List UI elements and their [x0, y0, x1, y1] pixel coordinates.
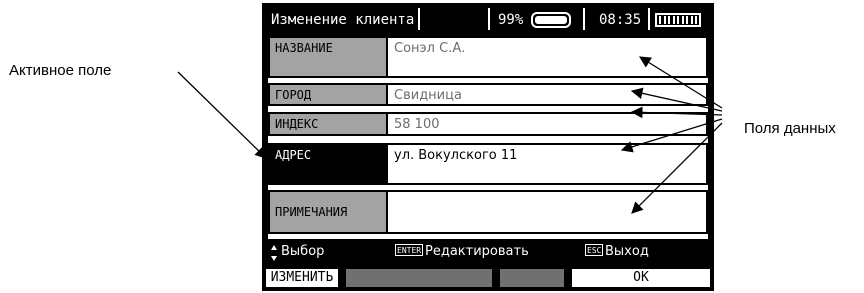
active-field-callout: Активное поле: [9, 62, 112, 79]
clock: 08:35: [599, 12, 642, 28]
field-name[interactable]: НАЗВАНИЕ Сонэл С.А.: [268, 36, 708, 78]
field-label: НАЗВАНИЕ: [270, 38, 388, 76]
battery-level-fill: [535, 16, 567, 24]
battery-icon: [531, 12, 571, 28]
data-fields-callout: Поля данных: [744, 120, 836, 137]
softkey-2-blank[interactable]: [344, 267, 494, 289]
select-hint: Выбор: [281, 244, 325, 259]
field-value: Сонэл С.А.: [394, 41, 466, 56]
status-divider: [418, 8, 420, 30]
device-screen: Изменение клиента 99% 08:35 НАЗВАНИЕ Сон…: [262, 3, 714, 291]
field-notes[interactable]: ПРИМЕЧАНИЯ: [268, 190, 708, 234]
field-label: ГОРОД: [270, 85, 388, 104]
field-label: АДРЕС: [270, 145, 388, 183]
field-city[interactable]: ГОРОД Свидница: [268, 83, 708, 106]
softkey-bar: ИЗМЕНИТЬ OK: [263, 265, 713, 291]
field-value: ул. Вокулского 11: [394, 148, 518, 163]
field-value: 58 100: [394, 117, 440, 132]
field-address[interactable]: АДРЕС ул. Вокулского 11: [268, 143, 708, 185]
ok-button[interactable]: OK: [570, 267, 712, 289]
help-bar: Выбор ENTER Редактировать ESC Выход: [263, 243, 713, 263]
battery-percent: 99%: [498, 12, 524, 28]
status-divider: [488, 8, 490, 30]
field-value: Свидница: [394, 88, 462, 103]
softkey-3-blank[interactable]: [498, 267, 566, 289]
field-postcode[interactable]: ИНДЕКС 58 100: [268, 112, 708, 136]
screen-title: Изменение клиента: [271, 12, 415, 28]
up-down-arrows-icon: [271, 245, 277, 261]
change-button[interactable]: ИЗМЕНИТЬ: [264, 267, 340, 289]
active-field-arrow: [177, 71, 267, 159]
enter-key-icon: ENTER: [395, 244, 424, 256]
client-form: НАЗВАНИЕ Сонэл С.А. ГОРОД Свидница ИНДЕК…: [268, 36, 708, 239]
field-label: ПРИМЕЧАНИЯ: [270, 192, 388, 232]
esc-key-icon: ESC: [585, 244, 604, 256]
status-divider: [583, 8, 585, 30]
field-label: ИНДЕКС: [270, 114, 388, 134]
status-bar: Изменение клиента 99% 08:35: [263, 4, 713, 36]
edit-hint: Редактировать: [425, 244, 529, 259]
signal-strength-icon: [655, 13, 701, 27]
status-divider: [648, 8, 650, 30]
exit-hint: Выход: [605, 244, 649, 259]
